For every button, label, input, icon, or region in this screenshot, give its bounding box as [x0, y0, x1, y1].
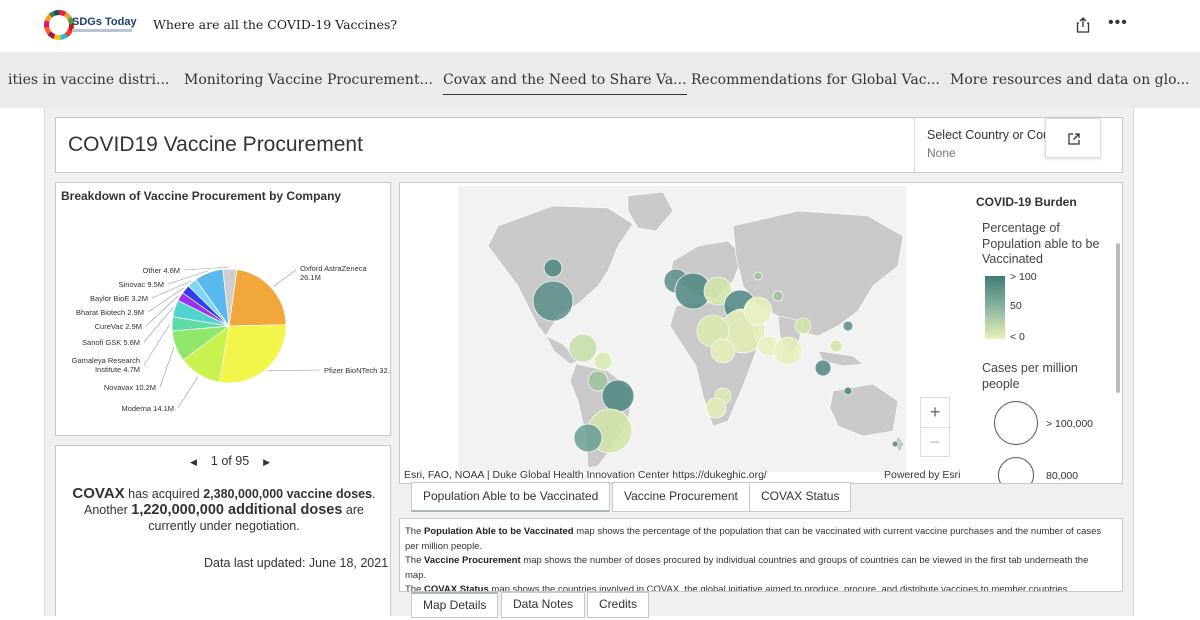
covax-summary: COVAX has acquired 2,380,000,000 vaccine… — [62, 486, 386, 534]
details-bold-1: Population Able to be Vaccinated — [424, 526, 574, 537]
covax-acquired-text: has acquired — [124, 487, 204, 501]
covid-burden-map-panel: + − Esri, FAO, NOAA | Duke Global Health… — [399, 182, 1123, 484]
pie-slice-label: Pfizer BioNTech 32.7M — [324, 366, 390, 375]
previous-arrow-icon[interactable]: ◀ — [176, 457, 211, 468]
legend-title: COVID-19 Burden — [976, 195, 1077, 209]
covax-info-panel: ◀ 1 of 95 ▶ COVAX has acquired 2,380,000,0… — [55, 445, 391, 616]
pager: ◀ 1 of 95 ▶ — [176, 454, 284, 468]
logo-tagline — [72, 29, 132, 32]
covax-are-text: are — [342, 503, 364, 517]
powered-by-esri[interactable]: Powered by Esri — [884, 469, 960, 481]
legend-subtitle: Percentage of Population able to be Vacc… — [982, 221, 1100, 266]
legend-scrollbar[interactable] — [1116, 243, 1120, 393]
procurement-pie-chart: Oxford AstraZeneca 26.1M Pfizer BioNTech 3… — [72, 264, 390, 413]
pie-slice-label: Oxford AstraZeneca 26.1M — [300, 264, 368, 282]
pie-leader-line — [143, 323, 171, 366]
zoom-in-button[interactable]: + — [921, 398, 949, 427]
nav-item-recommendations[interactable]: Recommendations for Global Vac... — [691, 72, 940, 94]
pie-leader-line — [272, 269, 297, 288]
tab-map-details[interactable]: Map Details — [411, 592, 499, 618]
details-pre-2: The — [405, 555, 425, 566]
ramp-label-high: > 100 — [1010, 271, 1037, 283]
tab-covax-status[interactable]: COVAX Status — [749, 482, 852, 512]
circle-legend-medium — [998, 457, 1034, 483]
pie-slice-label: Other 4.6M — [142, 266, 180, 275]
zoom-out-button[interactable]: − — [921, 427, 949, 456]
sdgs-today-logo[interactable]: SDGs Today — [44, 10, 137, 40]
pie-slice[interactable] — [228, 269, 287, 327]
map-details-panel: The Population Able to be Vaccinated map… — [399, 518, 1123, 592]
story-title: Where are all the COVID-19 Vaccines? — [153, 17, 398, 32]
top-bar: SDGs Today Where are all the COVID-19 Va… — [0, 0, 1200, 52]
covax-period: . — [372, 487, 376, 501]
ramp-label-mid: 50 — [1010, 300, 1022, 312]
nav-item-more-resources[interactable]: More resources and data on glo... — [950, 72, 1190, 94]
nav-item-covax[interactable]: Covax and the Need to Share Va... — [443, 72, 687, 95]
dashboard: COVID19 Vaccine Procurement Select Count… — [44, 108, 1134, 618]
country-selector-label: Select Country or Coun — [927, 128, 1057, 142]
pie-leader-line — [159, 346, 175, 388]
external-link-icon — [1068, 133, 1080, 145]
details-post-3: map shows the countries involved in COVA… — [488, 584, 1070, 592]
tab-population-able-to-be-vaccinated[interactable]: Population Able to be Vaccinated — [411, 482, 611, 512]
logo-text: SDGs Today — [72, 16, 137, 28]
pie-slice-label: Baylor BioE 3.2M — [90, 294, 148, 303]
pie-slice-label: Sinovac 9.5M — [119, 280, 164, 289]
pie-leader-line — [177, 376, 199, 409]
pie-slice-label: Sanofi GSK 5.6M — [82, 338, 140, 347]
tab-credits[interactable]: Credits — [587, 592, 650, 618]
pie-slice-label: Novavax 10.2M — [104, 383, 156, 392]
share-icon[interactable] — [1074, 16, 1092, 34]
circle-legend-large — [994, 401, 1038, 445]
map-legend: COVID-19 Burden Percentage of Population… — [960, 183, 1122, 483]
pager-text: 1 of 95 — [210, 454, 250, 468]
pie-slice-label: Moderna 14.1M — [121, 404, 174, 413]
pie-slice[interactable] — [218, 324, 287, 384]
pie-leader-line — [143, 307, 174, 343]
tab-vaccine-procurement[interactable]: Vaccine Procurement — [612, 482, 750, 512]
details-pre-1: The — [405, 526, 425, 537]
procurement-pie-panel: Breakdown of Vaccine Procurement by Comp… — [55, 182, 391, 436]
pie-leader-line — [267, 369, 321, 371]
story-navigation: ities in vaccine distri... Monitoring Va… — [0, 52, 1200, 108]
details-pre-3: The — [405, 584, 425, 592]
pie-slice-label: Gamaleya Research Institute 4.7M — [72, 356, 140, 374]
cases-legend-title: Cases per million people — [982, 361, 1078, 391]
world-map-graphic — [487, 191, 905, 469]
tab-data-notes[interactable]: Data Notes — [501, 592, 586, 618]
dashboard-title: COVID19 Vaccine Procurement — [68, 133, 363, 156]
covax-additional-doses: 1,220,000,000 additional doses — [131, 502, 343, 518]
sdg-wheel-icon — [44, 10, 74, 40]
covax-negotiation-text: currently under negotiation. — [148, 519, 300, 533]
zoom-control: + − — [920, 397, 950, 457]
circle-legend-large-label: > 100,000 — [1046, 418, 1094, 430]
nav-item-vaccine-distribution[interactable]: ities in vaccine distri... — [8, 72, 169, 94]
nav-item-monitoring-procurement[interactable]: Monitoring Vaccine Procurement... — [184, 72, 433, 94]
pie-chart-title: Breakdown of Vaccine Procurement by Comp… — [61, 189, 342, 203]
circle-legend-medium-label: 80,000 — [1046, 470, 1079, 482]
world-map[interactable] — [458, 186, 906, 472]
covax-name: COVAX — [72, 485, 125, 502]
color-ramp — [985, 276, 1005, 339]
covax-another-text: Another — [84, 503, 132, 517]
covax-doses: 2,380,000,000 vaccine doses — [203, 487, 373, 501]
ramp-label-low: < 0 — [1010, 331, 1025, 343]
dashboard-header: COVID19 Vaccine Procurement Select Count… — [55, 117, 1123, 173]
map-attribution[interactable]: Esri, FAO, NOAA | Duke Global Health Inn… — [404, 469, 767, 481]
open-external-button[interactable] — [1045, 118, 1101, 158]
pie-slice-label: Bharat Biotech 2.9M — [76, 308, 144, 317]
details-bold-3: COVAX Status — [424, 584, 489, 592]
country-selector-value[interactable]: None — [927, 146, 956, 160]
pie-slice-label: CureVac 2.9M — [95, 322, 142, 331]
data-updated-text: Data last updated: June 18, 2021 — [204, 556, 389, 570]
details-bold-2: Vaccine Procurement — [424, 555, 521, 566]
map-details-text: The Population Able to be Vaccinated map… — [405, 525, 1111, 592]
next-arrow-icon[interactable]: ▶ — [249, 457, 284, 468]
more-options-icon[interactable]: ••• — [1108, 14, 1128, 32]
